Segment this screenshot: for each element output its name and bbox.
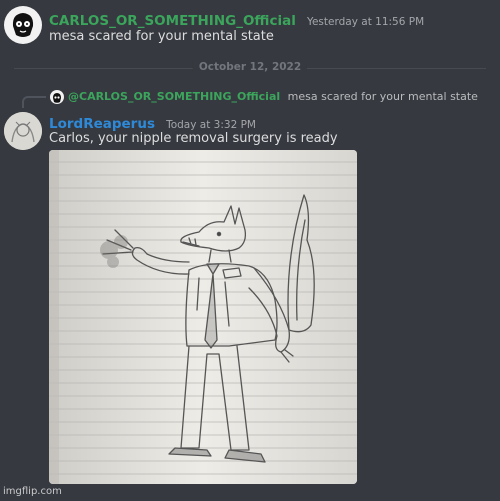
message-2-content: Carlos, your nipple removal surgery is r… [49,131,338,146]
reply-reference[interactable]: @CARLOS_OR_SOMETHING_Official mesa scare… [68,90,478,103]
imgflip-watermark: imgflip.com [3,486,62,497]
reply-content[interactable]: mesa scared for your mental state [288,90,478,103]
message-2-header: LordReaperus Today at 3:32 PM [49,113,256,132]
drawing-image-icon [49,150,357,484]
avatar-lordreaperus[interactable] [4,112,42,150]
sketch-avatar-icon [4,112,42,150]
image-attachment[interactable] [49,150,357,484]
avatar-carlos[interactable] [4,6,42,44]
cartoon-face-icon [12,13,34,37]
reply-avatar[interactable] [50,90,64,104]
username[interactable]: LordReaperus [49,116,155,132]
timestamp: Yesterday at 11:56 PM [306,16,425,28]
username[interactable]: CARLOS_OR_SOMETHING_Official [49,13,296,29]
message-1-header: CARLOS_OR_SOMETHING_Official Yesterday a… [49,10,424,29]
message-1: CARLOS_OR_SOMETHING_Official Yesterday a… [0,0,500,60]
reply-author[interactable]: @CARLOS_OR_SOMETHING_Official [68,90,280,103]
timestamp: Today at 3:32 PM [166,119,256,131]
message-1-content: mesa scared for your mental state [49,29,274,44]
date-divider: October 12, 2022 [192,61,308,73]
reply-spine [22,96,46,108]
cartoon-face-icon [53,93,61,103]
